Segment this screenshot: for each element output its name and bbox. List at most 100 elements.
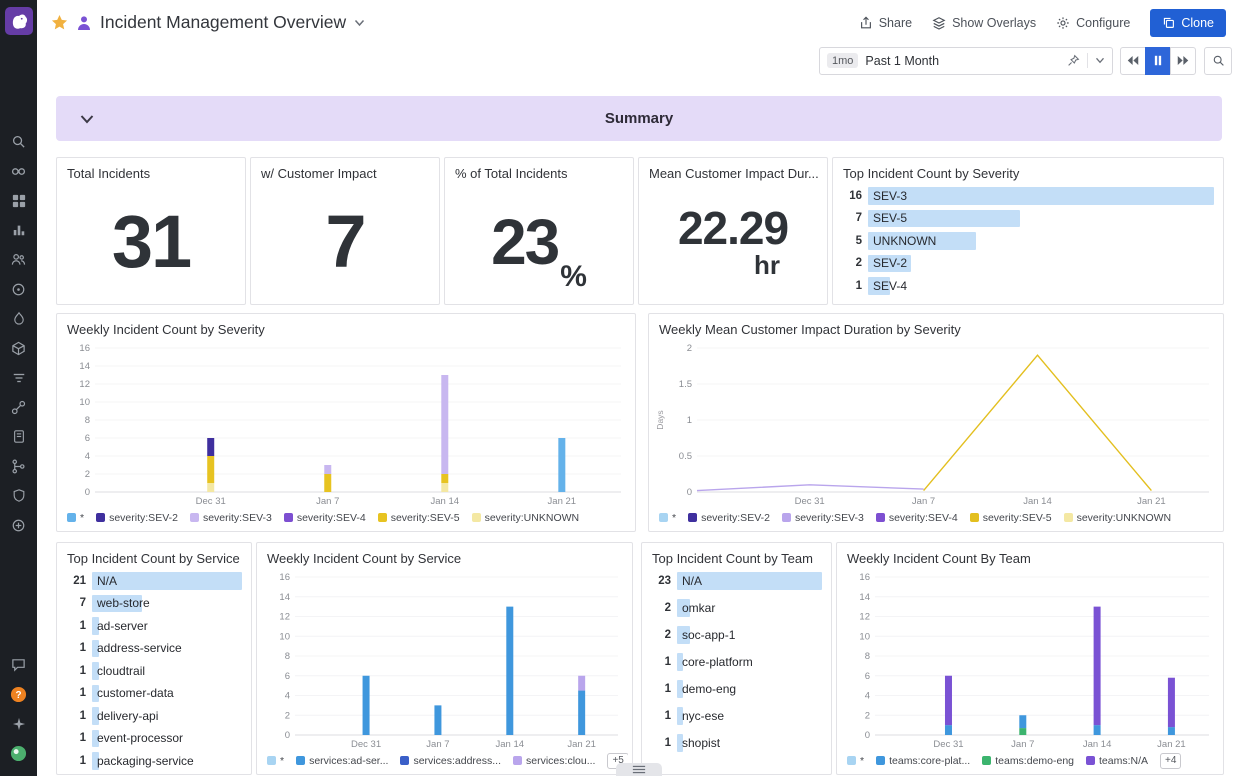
apm-icon[interactable] [0, 304, 37, 334]
toplist-row[interactable]: 16SEV-3 [839, 187, 1214, 205]
logs-icon[interactable] [0, 363, 37, 393]
bar-chart-weekly-team[interactable]: 0246810121416Dec 31Jan 7Jan 14Jan 21 [841, 569, 1217, 750]
widget-total-incidents[interactable]: Total Incidents 31 [56, 157, 246, 305]
integrations-icon[interactable] [0, 511, 37, 541]
service-map-icon[interactable] [0, 393, 37, 423]
toplist-row[interactable]: 1demo-eng [648, 680, 822, 698]
forward-button[interactable] [1170, 47, 1196, 75]
legend-item[interactable]: * [659, 512, 676, 524]
pause-button[interactable] [1145, 47, 1171, 75]
legend-item[interactable]: severity:SEV-5 [970, 512, 1052, 524]
users-icon[interactable] [0, 245, 37, 275]
widget-mean-impact-duration[interactable]: Mean Customer Impact Dur... 22.29 hr [638, 157, 828, 305]
zoom-button[interactable] [1204, 47, 1232, 75]
toplist-row[interactable]: 1packaging-service [63, 752, 242, 770]
configure-button[interactable]: Configure [1056, 16, 1130, 30]
toplist-row[interactable]: 1core-platform [648, 653, 822, 671]
widget-drawer-handle[interactable] [616, 763, 662, 776]
legend-item[interactable]: severity:SEV-5 [378, 512, 460, 524]
legend-item[interactable]: services:address... [400, 755, 501, 767]
timerange-picker[interactable]: 1mo Past 1 Month [819, 47, 1113, 75]
timerange-caret-icon[interactable] [1095, 57, 1105, 64]
collapse-chevron-icon[interactable] [80, 114, 94, 124]
legend-more-badge[interactable]: +4 [1160, 753, 1181, 769]
dashboards-icon[interactable] [0, 186, 37, 216]
pin-icon[interactable] [1067, 54, 1080, 67]
datadog-logo[interactable] [5, 7, 33, 35]
legend-item[interactable]: severity:SEV-4 [876, 512, 958, 524]
metrics-icon[interactable] [0, 216, 37, 246]
legend-item[interactable]: * [267, 755, 284, 767]
toplist-row[interactable]: 1delivery-api [63, 707, 242, 725]
legend-item[interactable]: services:clou... [513, 755, 595, 767]
search-icon[interactable] [0, 127, 37, 157]
help-icon[interactable]: ? [0, 680, 37, 710]
legend-item[interactable]: severity:UNKNOWN [1064, 512, 1172, 524]
share-button[interactable]: Share [859, 16, 912, 30]
processes-icon[interactable] [0, 334, 37, 364]
widget-weekly-service-count[interactable]: Weekly Incident Count by Service 0246810… [256, 542, 633, 775]
feedback-chat-icon[interactable] [0, 650, 37, 680]
legend-item[interactable]: severity:SEV-4 [284, 512, 366, 524]
svg-text:6: 6 [285, 671, 290, 682]
backward-button[interactable] [1120, 47, 1146, 75]
toplist-row[interactable]: 7web-store [63, 595, 242, 613]
widget-top-service[interactable]: Top Incident Count by Service 21N/A7web-… [56, 542, 252, 775]
toplist-row[interactable]: 1address-service [63, 640, 242, 658]
legend-item[interactable]: severity:SEV-3 [782, 512, 864, 524]
favorite-star-icon[interactable] [51, 14, 68, 31]
widget-weekly-team-count[interactable]: Weekly Incident Count By Team 0246810121… [836, 542, 1224, 775]
legend-item[interactable]: teams:N/A [1086, 755, 1148, 767]
toplist-row[interactable]: 7SEV-5 [839, 210, 1214, 228]
legend-item[interactable]: * [847, 755, 864, 767]
summary-section-header[interactable]: Summary [56, 96, 1222, 141]
toplist-row[interactable]: 2SEV-2 [839, 255, 1214, 273]
toplist-row[interactable]: 1SEV-4 [839, 277, 1214, 295]
legend-item[interactable]: severity:SEV-2 [96, 512, 178, 524]
toplist-row[interactable]: 1nyc-ese [648, 707, 822, 725]
legend-item[interactable]: teams:core-plat... [876, 755, 970, 767]
notebooks-icon[interactable] [0, 422, 37, 452]
ci-cd-icon[interactable] [0, 452, 37, 482]
widget-weekly-severity-count[interactable]: Weekly Incident Count by Severity 024681… [56, 313, 636, 532]
toplist-row[interactable]: 1ad-server [63, 617, 242, 635]
widget-top-severity[interactable]: Top Incident Count by Severity 16SEV-37S… [832, 157, 1224, 305]
toplist-label: cloudtrail [97, 664, 145, 678]
toplist-row[interactable]: 1customer-data [63, 685, 242, 703]
widget-top-team[interactable]: Top Incident Count by Team 23N/A2omkar2s… [641, 542, 832, 775]
toplist-row[interactable]: 23N/A [648, 572, 822, 590]
toplist-bar: demo-eng [677, 680, 822, 698]
whats-new-sparkle-icon[interactable] [0, 709, 37, 739]
toplist-row[interactable]: 2omkar [648, 599, 822, 617]
toplist-row[interactable]: 1event-processor [63, 730, 242, 748]
toplist-row[interactable]: 1shopist [648, 734, 822, 752]
toplist-bar: N/A [92, 572, 242, 590]
clone-button[interactable]: Clone [1150, 9, 1226, 37]
toplist-row[interactable]: 5UNKNOWN [839, 232, 1214, 250]
bar-chart-weekly-severity[interactable]: 0246810121416Dec 31Jan 7Jan 14Jan 21 [61, 340, 629, 507]
user-avatar[interactable] [0, 739, 37, 769]
widget-weekly-mean-duration[interactable]: Weekly Mean Customer Impact Duration by … [648, 313, 1224, 532]
legend-item[interactable]: severity:SEV-3 [190, 512, 272, 524]
toplist-row[interactable]: 1cloudtrail [63, 662, 242, 680]
svg-text:8: 8 [85, 415, 90, 426]
legend-item[interactable]: * [67, 512, 84, 524]
widget-customer-impact[interactable]: w/ Customer Impact 7 [250, 157, 440, 305]
legend-item[interactable]: severity:SEV-2 [688, 512, 770, 524]
toplist-row[interactable]: 2soc-app-1 [648, 626, 822, 644]
toplist-row[interactable]: 21N/A [63, 572, 242, 590]
toplist-label: N/A [682, 574, 702, 588]
synthetics-icon[interactable] [0, 275, 37, 305]
legend-item[interactable]: services:ad-ser... [296, 755, 388, 767]
widget-pct-total-incidents[interactable]: % of Total Incidents 23 % [444, 157, 634, 305]
watchdog-icon[interactable] [0, 157, 37, 187]
line-chart-weekly-duration[interactable]: 00.511.52Dec 31Jan 7Jan 14Jan 21Days [653, 340, 1217, 507]
security-icon[interactable] [0, 481, 37, 511]
svg-text:12: 12 [79, 379, 90, 390]
bar-chart-weekly-service[interactable]: 0246810121416Dec 31Jan 7Jan 14Jan 21 [261, 569, 626, 750]
title-caret-icon[interactable] [354, 19, 365, 27]
legend-item[interactable]: teams:demo-eng [982, 755, 1074, 767]
legend-item[interactable]: severity:UNKNOWN [472, 512, 580, 524]
show-overlays-button[interactable]: Show Overlays [932, 16, 1036, 30]
toplist-bar: cloudtrail [92, 662, 242, 680]
